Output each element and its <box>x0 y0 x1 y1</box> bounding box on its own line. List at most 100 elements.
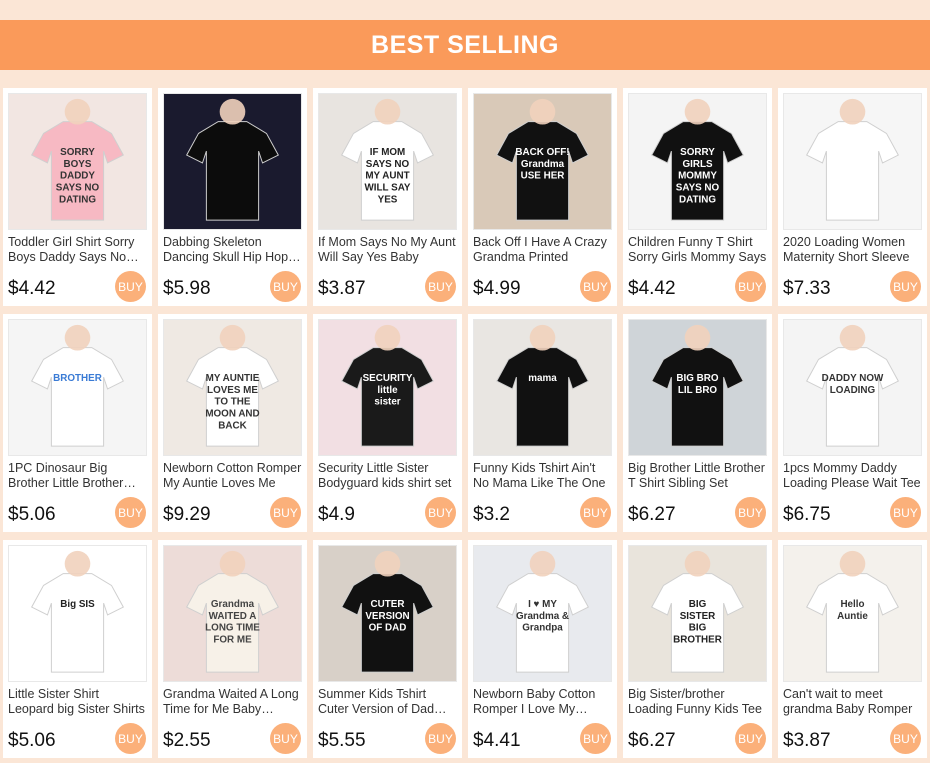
product-price: $4.42 <box>628 278 676 299</box>
product-title[interactable]: If Mom Says No My Aunt Will Say Yes Baby <box>318 235 457 265</box>
product-card[interactable]: IF MOM SAYS NO MY AUNT WILL SAY YES If Mom Sa… <box>313 88 462 306</box>
buy-button[interactable]: BUY <box>425 723 456 754</box>
product-price: $3.2 <box>473 504 510 525</box>
banner-title: BEST SELLING <box>371 30 559 59</box>
buy-button[interactable]: BUY <box>735 271 766 302</box>
product-price: $2.55 <box>163 730 211 751</box>
product-title[interactable]: Back Off I Have A Crazy Grandma Printed <box>473 235 612 265</box>
product-price: $4.99 <box>473 278 521 299</box>
shirt-print-text: VERSION <box>365 611 409 622</box>
product-image[interactable]: Big SIS <box>8 545 147 682</box>
product-card[interactable]: BIG SISTER BIG BROTHER Big Sister/brother Lo… <box>623 540 772 758</box>
shirt-print-text: WAITED A <box>209 611 257 622</box>
product-title[interactable]: Toddler Girl Shirt Sorry Boys Daddy Says… <box>8 235 147 265</box>
shirt-print-text: YES <box>378 194 398 205</box>
product-title[interactable]: Big Sister/brother Loading Funny Kids Te… <box>628 687 767 717</box>
product-title[interactable]: Funny Kids Tshirt Ain't No Mama Like The… <box>473 461 612 491</box>
product-image[interactable]: Hello Auntie <box>783 545 922 682</box>
product-title[interactable]: Dabbing Skeleton Dancing Skull Hip Hop G… <box>163 235 302 265</box>
product-card[interactable]: 2020 Loading Women Maternity Short Sleev… <box>778 88 927 306</box>
product-image[interactable]: MY AUNTIE LOVES ME TO THE MOON AND BACK <box>163 319 302 456</box>
product-card[interactable]: Hello Auntie Can't wait to meet grandma Ba… <box>778 540 927 758</box>
shirt-print-text: Grandma <box>521 159 565 170</box>
buy-button[interactable]: BUY <box>270 497 301 528</box>
product-price: $4.41 <box>473 730 521 751</box>
product-image[interactable]: I ♥ MY Grandma & Grandpa <box>473 545 612 682</box>
product-title[interactable]: Grandma Waited A Long Time for Me Baby R… <box>163 687 302 717</box>
product-card[interactable]: DADDY NOW LOADING 1pcs Mommy Daddy Loading… <box>778 314 927 532</box>
product-card[interactable]: SORRY BOYS DADDY SAYS NO DATING Toddler Girl … <box>3 88 152 306</box>
product-image[interactable]: BIG SISTER BIG BROTHER <box>628 545 767 682</box>
product-card[interactable]: Grandma WAITED A LONG TIME FOR ME Grandma Wa… <box>158 540 307 758</box>
product-price: $6.27 <box>628 730 676 751</box>
buy-button[interactable]: BUY <box>270 723 301 754</box>
buy-button[interactable]: BUY <box>425 271 456 302</box>
product-title[interactable]: 1pcs Mommy Daddy Loading Please Wait Tee <box>783 461 922 491</box>
product-title[interactable]: 2020 Loading Women Maternity Short Sleev… <box>783 235 922 265</box>
product-card[interactable]: Big SIS Little Sister Shirt Leopard big S… <box>3 540 152 758</box>
shirt-print-text: GIRLS <box>682 159 713 170</box>
product-title[interactable]: Security Little Sister Bodyguard kids sh… <box>318 461 457 491</box>
product-card[interactable]: I ♥ MY Grandma & Grandpa Newborn Baby Cotto… <box>468 540 617 758</box>
product-title[interactable]: Newborn Baby Cotton Romper I Love My Gra… <box>473 687 612 717</box>
product-card[interactable]: BROTHER 1PC Dinosaur Big Brother Little B… <box>3 314 152 532</box>
buy-button[interactable]: BUY <box>890 271 921 302</box>
product-image[interactable]: Grandma WAITED A LONG TIME FOR ME <box>163 545 302 682</box>
product-title[interactable]: Big Brother Little Brother T Shirt Sibli… <box>628 461 767 491</box>
product-title[interactable]: Little Sister Shirt Leopard big Sister S… <box>8 687 147 717</box>
shirt-print-text: MOMMY <box>678 171 717 182</box>
product-image[interactable]: SECURITY little sister <box>318 319 457 456</box>
shirt-print-text: Grandpa <box>522 623 563 634</box>
buy-button[interactable]: BUY <box>425 497 456 528</box>
product-card[interactable]: MY AUNTIE LOVES ME TO THE MOON AND BACK Newbo… <box>158 314 307 532</box>
product-card[interactable]: CUTER VERSION OF DAD Summer Kids Tshirt Cut… <box>313 540 462 758</box>
product-card[interactable]: mama Funny Kids Tshirt Ain't No Mama Like… <box>468 314 617 532</box>
buy-button[interactable]: BUY <box>115 271 146 302</box>
product-image[interactable]: SORRY GIRLS MOMMY SAYS NO DATING <box>628 93 767 230</box>
shirt-print-text: OF DAD <box>369 623 407 634</box>
product-grid: SORRY BOYS DADDY SAYS NO DATING Toddler Girl … <box>3 88 927 758</box>
product-image[interactable] <box>783 93 922 230</box>
buy-button[interactable]: BUY <box>580 497 611 528</box>
product-card[interactable]: SECURITY little sister Security Little Sist… <box>313 314 462 532</box>
product-title[interactable]: Newborn Cotton Romper My Auntie Loves Me <box>163 461 302 491</box>
product-image[interactable] <box>163 93 302 230</box>
shirt-print-text: BIG BRO <box>676 373 718 384</box>
product-image[interactable]: BACK OFF! Grandma USE HER <box>473 93 612 230</box>
product-image[interactable]: BIG BRO LIL BRO <box>628 319 767 456</box>
product-card[interactable]: SORRY GIRLS MOMMY SAYS NO DATING Children Fun… <box>623 88 772 306</box>
product-card[interactable]: BACK OFF! Grandma USE HER Back Off I Have A… <box>468 88 617 306</box>
buy-button[interactable]: BUY <box>890 723 921 754</box>
product-title[interactable]: Children Funny T Shirt Sorry Girls Mommy… <box>628 235 767 265</box>
buy-button[interactable]: BUY <box>115 497 146 528</box>
product-card[interactable]: Dabbing Skeleton Dancing Skull Hip Hop G… <box>158 88 307 306</box>
shirt-print-text: BROTHER <box>53 373 102 384</box>
buy-button[interactable]: BUY <box>735 723 766 754</box>
shirt-print-text: TO THE <box>215 397 251 408</box>
shirt-print-text: CUTER <box>371 599 405 610</box>
product-title[interactable]: 1PC Dinosaur Big Brother Little Brother … <box>8 461 147 491</box>
product-price: $5.55 <box>318 730 366 751</box>
product-image[interactable]: SORRY BOYS DADDY SAYS NO DATING <box>8 93 147 230</box>
product-image[interactable]: IF MOM SAYS NO MY AUNT WILL SAY YES <box>318 93 457 230</box>
buy-button[interactable]: BUY <box>890 497 921 528</box>
product-title[interactable]: Summer Kids Tshirt Cuter Version of Dad … <box>318 687 457 717</box>
shirt-print-text: Hello <box>840 599 864 610</box>
buy-button[interactable]: BUY <box>115 723 146 754</box>
product-image[interactable]: DADDY NOW LOADING <box>783 319 922 456</box>
buy-button[interactable]: BUY <box>270 271 301 302</box>
shirt-print-text: Big SIS <box>60 599 95 610</box>
product-title[interactable]: Can't wait to meet grandma Baby Romper <box>783 687 922 717</box>
shirt-print-text: SAYS NO <box>366 159 410 170</box>
product-image[interactable]: BROTHER <box>8 319 147 456</box>
product-image[interactable]: CUTER VERSION OF DAD <box>318 545 457 682</box>
buy-button[interactable]: BUY <box>580 723 611 754</box>
product-card[interactable]: BIG BRO LIL BRO Big Brother Little Brother… <box>623 314 772 532</box>
shirt-print-text: sister <box>374 397 400 408</box>
shirt-print-text: DATING <box>679 194 716 205</box>
shirt-print-text: MOON AND <box>205 409 259 420</box>
buy-button[interactable]: BUY <box>580 271 611 302</box>
shirt-print-text: BIG <box>689 623 707 634</box>
product-image[interactable]: mama <box>473 319 612 456</box>
buy-button[interactable]: BUY <box>735 497 766 528</box>
